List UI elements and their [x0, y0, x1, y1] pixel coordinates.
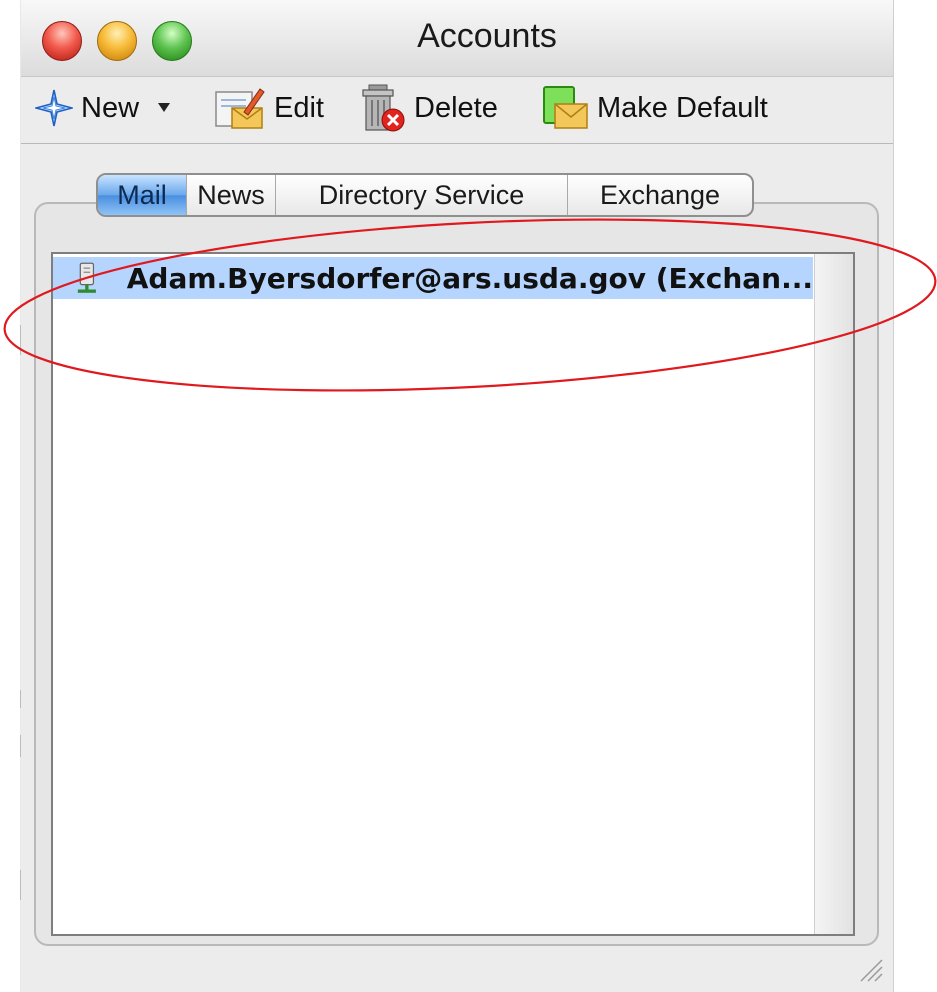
make-default-icon	[543, 86, 588, 129]
new-button[interactable]: New	[35, 77, 179, 139]
dropdown-arrow-icon[interactable]	[157, 102, 171, 114]
edit-button[interactable]: Edit	[214, 77, 324, 139]
make-default-button[interactable]: Make Default	[541, 77, 768, 139]
window-title: Accounts	[417, 17, 557, 55]
accounts-window: Accounts New Edit Delete Make Default Ma…	[21, 0, 894, 992]
trash-icon	[362, 84, 405, 132]
make-default-label: Make Default	[597, 91, 768, 124]
edit-envelope-icon	[215, 88, 265, 129]
resize-grip-icon[interactable]	[855, 954, 883, 982]
scrollbar-track[interactable]	[814, 254, 853, 934]
delete-button[interactable]: Delete	[360, 77, 498, 139]
delete-label: Delete	[414, 91, 498, 124]
toolbar: New Edit Delete Make Default	[21, 77, 893, 144]
title-bar[interactable]: Accounts	[21, 0, 893, 77]
tab-exchange[interactable]: Exchange	[568, 175, 752, 215]
new-star-icon	[35, 89, 73, 127]
account-label: Adam.Byersdorfer@ars.usda.gov (Exchan...	[126, 261, 813, 295]
tab-news[interactable]: News	[187, 175, 276, 215]
edit-label: Edit	[274, 91, 324, 124]
account-type-tabs: Mail News Directory Service Exchange	[96, 173, 754, 217]
tab-mail[interactable]: Mail	[98, 175, 187, 215]
account-row[interactable]: Adam.Byersdorfer@ars.usda.gov (Exchan...	[53, 257, 813, 299]
accounts-content: Mail News Directory Service Exchange Ada…	[21, 144, 893, 992]
server-icon	[77, 262, 96, 293]
accounts-list[interactable]: Adam.Byersdorfer@ars.usda.gov (Exchan...	[51, 252, 855, 936]
new-label: New	[81, 91, 140, 124]
tab-directory-service[interactable]: Directory Service	[276, 175, 568, 215]
